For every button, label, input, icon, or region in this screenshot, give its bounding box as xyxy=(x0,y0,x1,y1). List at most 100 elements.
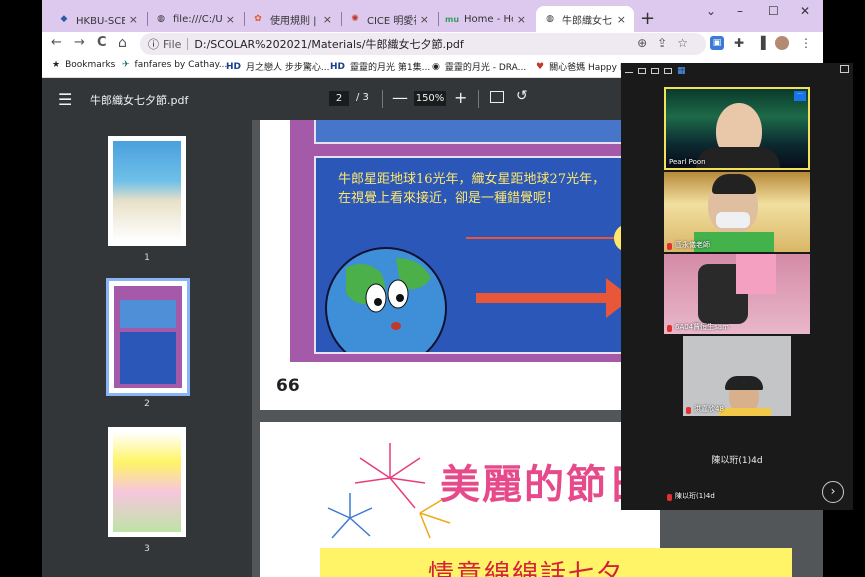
close-icon[interactable]: × xyxy=(226,13,235,26)
url-text[interactable]: D:/SCOLAR%202021/Materials/牛郎織女七夕節.pdf xyxy=(194,36,463,52)
tab-file[interactable]: ◍ file:///C:/User × xyxy=(147,6,243,32)
grid-view-icon[interactable]: ▦ xyxy=(677,66,686,76)
tab-label: file:///C:/User xyxy=(173,13,222,25)
bookmark-label: fanfares by Cathay... xyxy=(134,60,228,70)
extension-icon[interactable]: ▣ xyxy=(710,36,724,50)
bookmark-item[interactable]: HD 靈靈的月光 第1集... xyxy=(330,60,431,74)
page-number-input[interactable]: 2 xyxy=(329,91,349,106)
zoom-out-button[interactable]: — xyxy=(392,88,408,107)
participant-name: Pearl Poon xyxy=(669,158,706,166)
tab-search-button[interactable]: ⌄ xyxy=(706,4,716,18)
bookmark-label: 靈靈的月光 - DRA... xyxy=(444,63,527,73)
muted-mic-icon xyxy=(667,494,672,501)
omnibox-separator xyxy=(187,38,189,50)
zoom-icon[interactable]: ⊕ xyxy=(637,36,657,50)
reload-button[interactable]: C xyxy=(97,35,107,50)
festival-title-text: 美麗的節日 xyxy=(440,461,650,508)
minimize-icon[interactable] xyxy=(625,69,633,73)
thumbnail-sidebar: 1 2 3 xyxy=(42,120,252,577)
participant-center-name: 陳以珩(1)4d xyxy=(711,456,763,466)
share-icon[interactable]: ⇪ xyxy=(657,36,677,50)
tab-label: HKBU-SCE - 年 xyxy=(76,15,125,27)
new-tab-button[interactable]: + xyxy=(640,8,655,29)
window-icon[interactable] xyxy=(638,68,646,74)
firework-illustration xyxy=(327,443,451,539)
expand-icon[interactable] xyxy=(840,65,849,73)
bookmark-label: Bookmarks xyxy=(65,60,116,70)
rules-icon: ✿ xyxy=(254,14,262,24)
kebab-menu-icon[interactable]: ⋮ xyxy=(799,36,813,50)
earth-illustration xyxy=(325,224,628,352)
participant-name: 6A04賈恒生sam xyxy=(675,323,729,331)
tab-pdf-active[interactable]: ◍ 牛郎織女七夕 × xyxy=(536,6,634,32)
more-options-icon[interactable]: ··· xyxy=(794,91,806,101)
tab-label: Home - Hong xyxy=(464,13,513,25)
browser-toolbar: ← → C ⌂ ⓘ File D:/SCOLAR%202021/Material… xyxy=(42,32,823,56)
forward-button[interactable]: → xyxy=(74,35,85,50)
tab-home[interactable]: mu Home - Hong × xyxy=(438,6,534,32)
close-window-button[interactable]: ✕ xyxy=(800,4,810,18)
bookmark-item[interactable]: ★ Bookmarks xyxy=(52,60,115,70)
menu-icon[interactable]: ☰ xyxy=(58,90,72,109)
participant-tile[interactable]: 6A04賈恒生sam xyxy=(664,254,810,334)
maximize-button[interactable]: ☐ xyxy=(768,4,779,18)
zoom-in-button[interactable]: + xyxy=(454,88,467,107)
banner-text: 情意綿綿話七夕 xyxy=(428,560,625,577)
hkbu-icon: ◆ xyxy=(60,14,68,24)
sidepanel-icon[interactable]: ▐ xyxy=(754,36,768,50)
close-icon[interactable]: × xyxy=(323,13,332,26)
window-icon[interactable] xyxy=(664,68,672,74)
page-thumbnail[interactable] xyxy=(108,136,186,246)
bookmark-item[interactable]: ◉ 靈靈的月光 - DRA... xyxy=(432,60,527,74)
festival-title: 美麗的節日 xyxy=(440,452,650,510)
back-button[interactable]: ← xyxy=(51,35,62,50)
participant-tile[interactable]: 洪嘉欣48 xyxy=(683,336,791,416)
globe-icon: ◍ xyxy=(157,14,165,24)
info-icon[interactable]: ⓘ xyxy=(148,36,159,52)
thumbnail-image xyxy=(113,432,181,532)
tab-rules[interactable]: ✿ 使用規則 | Co × xyxy=(244,6,340,32)
page-thumbnail[interactable] xyxy=(108,427,186,537)
cice-icon: ✺ xyxy=(351,14,359,24)
minimize-button[interactable]: – xyxy=(737,4,743,18)
participant-tile[interactable]: 區永儀老師 xyxy=(664,172,810,252)
tab-label: 使用規則 | Co xyxy=(270,15,319,27)
bookmark-item[interactable]: HD 月之戀人 步步驚心... xyxy=(226,60,329,74)
avatar[interactable] xyxy=(775,36,789,50)
tab-label: 牛郎織女七夕 xyxy=(562,15,613,27)
globe-icon: ◍ xyxy=(546,14,554,24)
title-banner: 情意綿綿話七夕 xyxy=(320,548,792,577)
video-call-panel: ▦ ··· Pearl Poon 區永儀老師 6A04賈恒生sam 洪嘉欣48 … xyxy=(621,63,853,510)
next-page-button[interactable]: › xyxy=(822,481,844,503)
close-icon[interactable]: × xyxy=(517,13,526,26)
close-icon[interactable]: × xyxy=(617,13,626,26)
participant-tile[interactable]: ··· Pearl Poon xyxy=(664,87,810,170)
plane-icon: ✈ xyxy=(122,60,130,70)
bookmark-label: 靈靈的月光 第1集... xyxy=(350,63,431,73)
home-button[interactable]: ⌂ xyxy=(118,35,127,51)
window-icon[interactable] xyxy=(651,68,659,74)
bookmark-item[interactable]: ♥ 關心爸媽 Happy P... xyxy=(536,60,632,74)
thumbnail-image xyxy=(114,286,182,388)
participant-tile[interactable]: 陳以珩(1)4d 陳以珩(1)4d xyxy=(664,418,810,503)
hd-icon: HD xyxy=(226,61,242,72)
tab-cice[interactable]: ✺ CICE 明愛社區 × xyxy=(341,6,437,32)
zoom-input[interactable]: 150% xyxy=(414,91,446,106)
bookmark-item[interactable]: ✈ fanfares by Cathay... xyxy=(122,60,227,70)
close-icon[interactable]: × xyxy=(129,13,138,26)
page-thumbnail-selected[interactable] xyxy=(106,278,190,396)
desktop-left xyxy=(0,0,42,577)
tab-hkbu[interactable]: ◆ HKBU-SCE - 年 × xyxy=(50,6,146,32)
fit-page-icon[interactable] xyxy=(490,91,504,103)
pdf-page: 美麗的節日 情意綿綿話七夕 xyxy=(260,422,792,577)
close-icon[interactable]: × xyxy=(420,13,429,26)
puzzle-icon[interactable]: ✚ xyxy=(732,36,746,50)
star-icon[interactable]: ☆ xyxy=(677,36,698,50)
file-label: File xyxy=(163,37,182,51)
participant-name: 洪嘉欣48 xyxy=(694,405,724,413)
thumbnail-label: 2 xyxy=(144,399,150,409)
address-bar[interactable]: ⓘ File D:/SCOLAR%202021/Materials/牛郎織女七夕… xyxy=(140,33,706,55)
page-total: / 3 xyxy=(356,92,369,103)
mu-icon: mu xyxy=(444,14,460,24)
rotate-icon[interactable]: ↺ xyxy=(516,88,528,104)
